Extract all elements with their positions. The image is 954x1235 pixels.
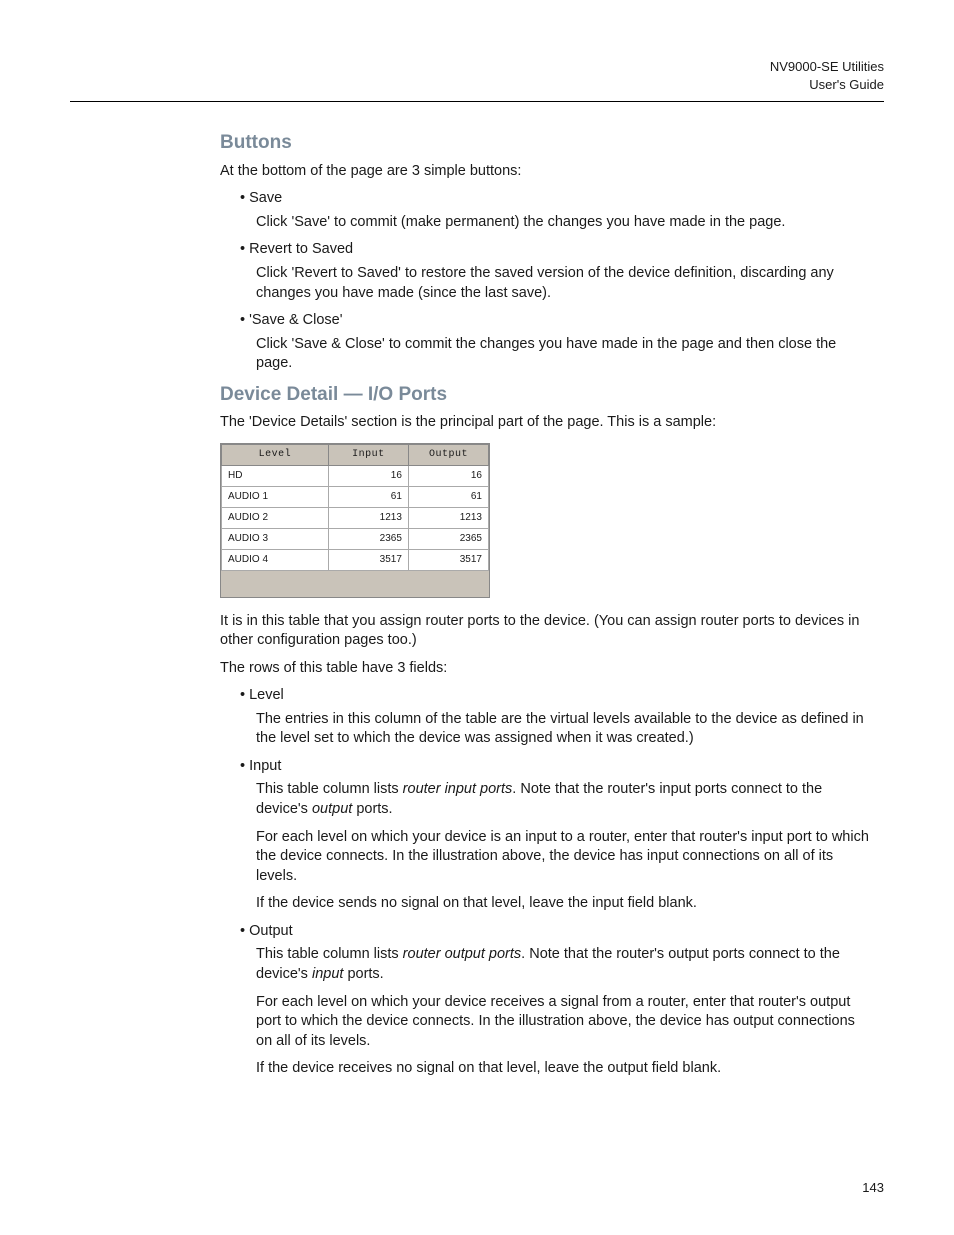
running-header: NV9000-SE Utilities User's Guide — [70, 58, 884, 93]
button-item-head: 'Save & Close' — [240, 311, 874, 331]
col-header-level: Level — [222, 445, 329, 466]
table-row: HD 16 16 — [222, 465, 489, 486]
buttons-list: Save Click 'Save' to commit (make perman… — [240, 189, 874, 374]
field-body: For each level on which your device rece… — [256, 993, 874, 1052]
cell-input: 16 — [328, 465, 408, 486]
field-body: If the device receives no signal on that… — [256, 1059, 874, 1079]
cell-level: AUDIO 2 — [222, 507, 329, 528]
cell-input: 3517 — [328, 549, 408, 570]
field-body: If the device sends no signal on that le… — [256, 894, 874, 914]
cell-output: 61 — [408, 486, 488, 507]
header-rule — [70, 101, 884, 102]
cell-output: 16 — [408, 465, 488, 486]
io-table-sample: Level Input Output HD 16 16 AUDIO 1 61 6… — [220, 443, 490, 598]
button-item-body: Click 'Revert to Saved' to restore the s… — [256, 264, 874, 303]
em: router input ports — [403, 781, 513, 797]
field-item-level: Level The entries in this column of the … — [240, 686, 874, 749]
button-item-body: Click 'Save' to commit (make permanent) … — [256, 213, 874, 233]
cell-level: AUDIO 3 — [222, 528, 329, 549]
table-row: AUDIO 1 61 61 — [222, 486, 489, 507]
page: NV9000-SE Utilities User's Guide Buttons… — [0, 0, 954, 1235]
field-head: Level — [240, 686, 874, 706]
cell-output: 3517 — [408, 549, 488, 570]
detail-intro: The 'Device Details' section is the prin… — [220, 413, 874, 433]
fields-list: Level The entries in this column of the … — [240, 686, 874, 1079]
page-number: 143 — [862, 1179, 884, 1197]
button-item-body: Click 'Save & Close' to commit the chang… — [256, 335, 874, 374]
text: ports. — [343, 966, 383, 982]
field-item-input: Input This table column lists router inp… — [240, 757, 874, 914]
button-item-save-close: 'Save & Close' Click 'Save & Close' to c… — [240, 311, 874, 374]
table-row: AUDIO 2 1213 1213 — [222, 507, 489, 528]
col-header-output: Output — [408, 445, 488, 466]
body-content: Buttons At the bottom of the page are 3 … — [70, 130, 884, 1079]
field-head: Output — [240, 922, 874, 942]
table-row: AUDIO 3 2365 2365 — [222, 528, 489, 549]
cell-level: HD — [222, 465, 329, 486]
cell-input: 2365 — [328, 528, 408, 549]
em: router output ports — [403, 946, 522, 962]
io-table: Level Input Output HD 16 16 AUDIO 1 61 6… — [221, 444, 489, 571]
doc-title: NV9000-SE Utilities — [70, 58, 884, 76]
field-body: This table column lists router output po… — [256, 945, 874, 984]
cell-level: AUDIO 4 — [222, 549, 329, 570]
button-item-save: Save Click 'Save' to commit (make perman… — [240, 189, 874, 232]
cell-output: 1213 — [408, 507, 488, 528]
field-body: This table column lists router input por… — [256, 780, 874, 819]
buttons-intro: At the bottom of the page are 3 simple b… — [220, 162, 874, 182]
em: input — [312, 966, 343, 982]
cell-input: 61 — [328, 486, 408, 507]
after-table-p2: The rows of this table have 3 fields: — [220, 659, 874, 679]
field-head: Input — [240, 757, 874, 777]
text: This table column lists — [256, 781, 403, 797]
text: This table column lists — [256, 946, 403, 962]
table-row: AUDIO 4 3517 3517 — [222, 549, 489, 570]
after-table-p1: It is in this table that you assign rout… — [220, 612, 874, 651]
cell-input: 1213 — [328, 507, 408, 528]
em: output — [312, 801, 352, 817]
col-header-input: Input — [328, 445, 408, 466]
button-item-head: Save — [240, 189, 874, 209]
button-item-head: Revert to Saved — [240, 240, 874, 260]
field-item-output: Output This table column lists router ou… — [240, 922, 874, 1079]
doc-subtitle: User's Guide — [70, 76, 884, 94]
table-padding — [221, 571, 489, 597]
cell-output: 2365 — [408, 528, 488, 549]
section-heading-buttons: Buttons — [220, 130, 874, 156]
button-item-revert: Revert to Saved Click 'Revert to Saved' … — [240, 240, 874, 303]
field-body: The entries in this column of the table … — [256, 710, 874, 749]
field-body: For each level on which your device is a… — [256, 828, 874, 887]
section-heading-device-detail: Device Detail — I/O Ports — [220, 382, 874, 408]
text: ports. — [352, 801, 392, 817]
cell-level: AUDIO 1 — [222, 486, 329, 507]
